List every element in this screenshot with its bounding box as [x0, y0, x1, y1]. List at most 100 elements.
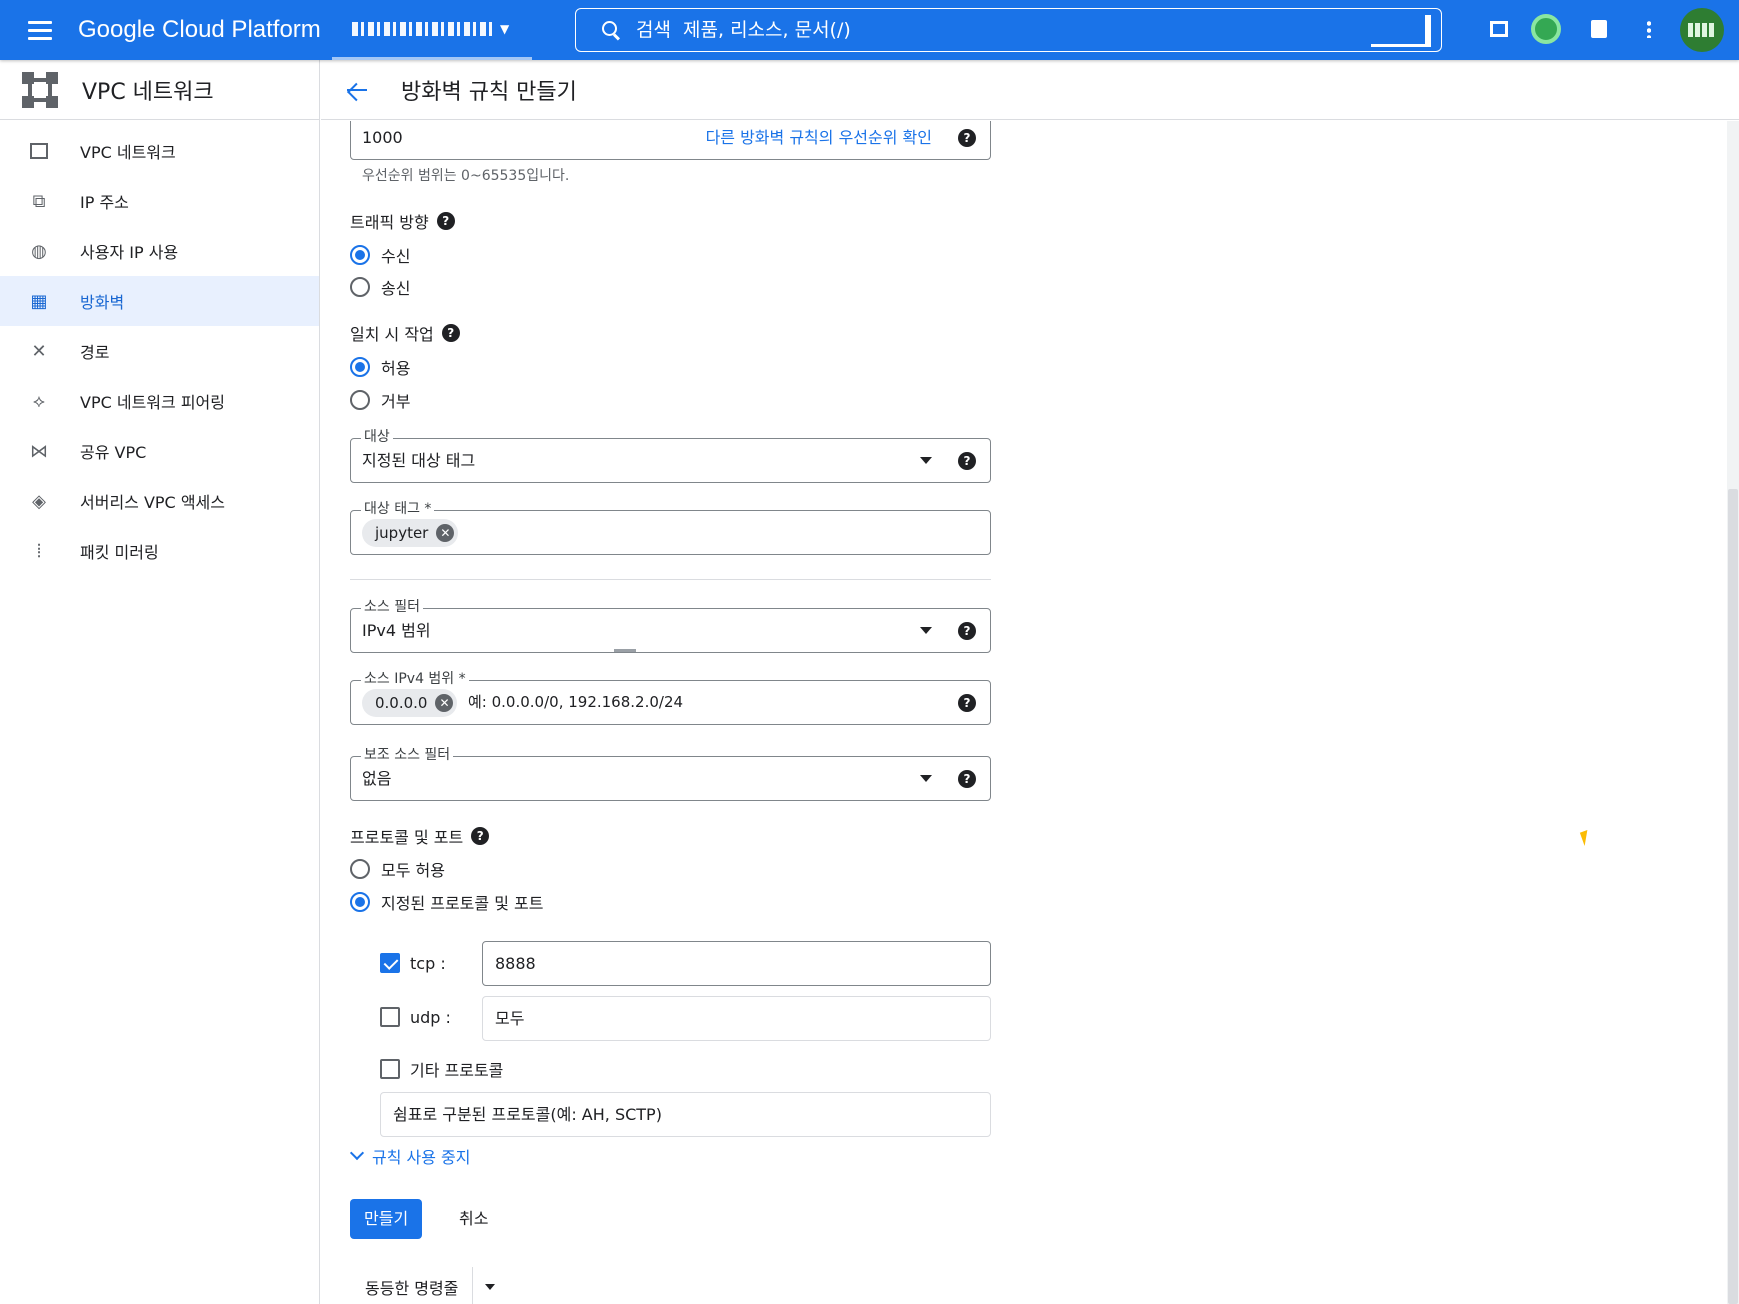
radio-button[interactable]: [350, 245, 370, 265]
priority-hint: 우선순위 범위는 0~65535입니다.: [362, 168, 570, 184]
protocols-title: 프로토콜 및 포트 ?: [350, 824, 490, 848]
radio-label: 수신: [381, 247, 411, 266]
priority-value[interactable]: 1000: [362, 121, 403, 159]
help-icon[interactable]: ?: [441, 324, 460, 342]
source-filter-select[interactable]: 소스 필터 IPv4 범위 ?: [350, 598, 991, 653]
priority-check-link[interactable]: 다른 방화벽 규칙의 우선순위 확인: [706, 121, 932, 159]
help-icon[interactable]: ?: [436, 212, 455, 230]
radio-specified-protocols[interactable]: 지정된 프로토콜 및 포트: [350, 890, 543, 914]
hamburger-menu-icon[interactable]: [20, 10, 60, 50]
sidebar-item-vpc-networks[interactable]: VPC 네트워크: [0, 126, 319, 176]
priority-field[interactable]: 1000 다른 방화벽 규칙의 우선순위 확인 ?: [350, 121, 991, 160]
help-icon[interactable]: ?: [471, 827, 490, 845]
command-line-button[interactable]: 동등한 명령줄: [350, 1267, 496, 1304]
action-title-label: 일치 시 작업: [350, 325, 434, 344]
project-selector[interactable]: ▼: [332, 0, 532, 60]
more-options-icon[interactable]: [1634, 14, 1664, 44]
button-divider: [472, 1267, 474, 1304]
tcp-checkbox[interactable]: [380, 953, 400, 973]
udp-checkbox-row[interactable]: udp :: [380, 1007, 451, 1027]
dropdown-arrow-icon[interactable]: [920, 457, 932, 464]
udp-ports-input[interactable]: 모두: [482, 996, 991, 1041]
radio-button[interactable]: [350, 277, 370, 297]
packet-mirroring-icon: ⦙: [36, 540, 42, 562]
targets-select[interactable]: 대상 지정된 대상 태그 ?: [350, 428, 991, 483]
back-arrow-icon[interactable]: [341, 75, 371, 105]
second-source-filter-select[interactable]: 보조 소스 필터 없음 ?: [350, 746, 991, 801]
other-protocols-checkbox[interactable]: [380, 1059, 400, 1079]
sidebar-title: VPC 네트워크: [82, 79, 214, 105]
chip-label: jupyter: [375, 524, 429, 542]
command-line-label: 동등한 명령줄: [365, 1279, 459, 1298]
direction-title: 트래픽 방향 ?: [350, 209, 455, 233]
radio-allow[interactable]: 허용: [350, 355, 410, 379]
firewall-icon: ▦: [30, 290, 48, 312]
scrollbar-thumb[interactable]: [1728, 489, 1738, 1304]
sidebar-item-packet-mirroring[interactable]: ⦙ 패킷 미러링: [0, 526, 319, 576]
dropdown-arrow-icon[interactable]: [920, 627, 932, 634]
udp-checkbox[interactable]: [380, 1007, 400, 1027]
cloud-shell-icon[interactable]: [1484, 14, 1514, 44]
sidebar-item-label: IP 주소: [80, 193, 129, 212]
help-icon[interactable]: ?: [958, 694, 976, 712]
drag-indicator: [614, 649, 636, 652]
source-ranges-field[interactable]: 소스 IPv4 범위 * 0.0.0.0 ✕ 예: 0.0.0.0/0, 192…: [350, 670, 991, 725]
radio-label: 지정된 프로토콜 및 포트: [381, 894, 544, 913]
radio-button[interactable]: [350, 892, 370, 912]
checkbox-label: 기타 프로토콜: [410, 1061, 504, 1080]
remove-chip-icon[interactable]: ✕: [435, 694, 454, 712]
sidebar-item-firewall[interactable]: ▦ 방화벽: [0, 276, 319, 326]
radio-button[interactable]: [350, 859, 370, 879]
search-input[interactable]: [636, 19, 1356, 41]
help-icon[interactable]: [1584, 14, 1614, 44]
sidebar-item-shared-vpc[interactable]: ⋈ 공유 VPC: [0, 426, 319, 476]
field-label: 소스 IPv4 범위 *: [361, 670, 469, 688]
ip-address-icon: ⧉: [32, 190, 46, 212]
sidebar-item-label: VPC 네트워크: [80, 143, 176, 162]
tcp-checkbox-row[interactable]: tcp :: [380, 953, 446, 973]
ip-range-chip: 0.0.0.0 ✕: [362, 689, 458, 717]
chevron-down-icon: [349, 1145, 365, 1161]
search-expand-icon[interactable]: [1371, 15, 1431, 47]
remove-chip-icon[interactable]: ✕: [436, 524, 455, 542]
disable-rule-toggle[interactable]: 규칙 사용 중지: [349, 1144, 471, 1168]
vpc-network-logo-icon: [22, 71, 58, 108]
help-icon[interactable]: ?: [958, 129, 976, 147]
dropdown-arrow-icon[interactable]: [920, 775, 932, 782]
vpc-network-icon: [28, 140, 50, 162]
dropdown-caret-icon[interactable]: [485, 1284, 496, 1290]
direction-title-label: 트래픽 방향: [350, 213, 429, 232]
mouse-cursor-icon: [1579, 830, 1593, 846]
radio-button[interactable]: [350, 390, 370, 410]
sidebar-item-peering[interactable]: ⟡ VPC 네트워크 피어링: [0, 376, 319, 426]
target-tags-field[interactable]: 대상 태그 * jupyter ✕: [350, 500, 991, 555]
sidebar-header: VPC 네트워크: [0, 60, 319, 120]
radio-button[interactable]: [350, 357, 370, 377]
search-bar[interactable]: [575, 8, 1442, 52]
help-icon[interactable]: ?: [958, 770, 976, 788]
routes-icon: ✕: [31, 340, 47, 362]
other-protocols-checkbox-row[interactable]: 기타 프로토콜: [380, 1057, 503, 1081]
tcp-ports-input[interactable]: 8888: [482, 941, 991, 986]
help-icon[interactable]: ?: [958, 452, 976, 470]
other-protocols-input[interactable]: 쉼표로 구분된 프로토콜(예: AH, SCTP): [380, 1092, 991, 1137]
sidebar-item-routes[interactable]: ✕ 경로: [0, 326, 319, 376]
source-ranges-placeholder[interactable]: 예: 0.0.0.0/0, 192.168.2.0/24: [468, 681, 683, 724]
avatar[interactable]: [1680, 8, 1724, 52]
create-button[interactable]: 만들기: [350, 1199, 423, 1239]
radio-egress[interactable]: 송신: [350, 275, 410, 299]
disable-rule-label: 규칙 사용 중지: [372, 1148, 471, 1167]
sidebar-item-serverless-vpc[interactable]: ◈ 서버리스 VPC 액세스: [0, 476, 319, 526]
sidebar-item-label: 서버리스 VPC 액세스: [80, 493, 225, 512]
radio-deny[interactable]: 거부: [350, 388, 410, 412]
brand-title[interactable]: Google Cloud Platform: [78, 16, 321, 44]
radio-label: 모두 허용: [381, 861, 445, 880]
radio-allow-all[interactable]: 모두 허용: [350, 857, 445, 881]
sidebar-item-byoip[interactable]: ◍ 사용자 IP 사용: [0, 226, 319, 276]
tag-chip: jupyter ✕: [362, 519, 459, 547]
help-icon[interactable]: ?: [958, 622, 976, 640]
cancel-button[interactable]: 취소: [445, 1199, 502, 1239]
radio-ingress[interactable]: 수신: [350, 243, 410, 267]
sidebar-item-ip-addresses[interactable]: ⧉ IP 주소: [0, 176, 319, 226]
notification-badge-icon[interactable]: [1531, 14, 1561, 44]
